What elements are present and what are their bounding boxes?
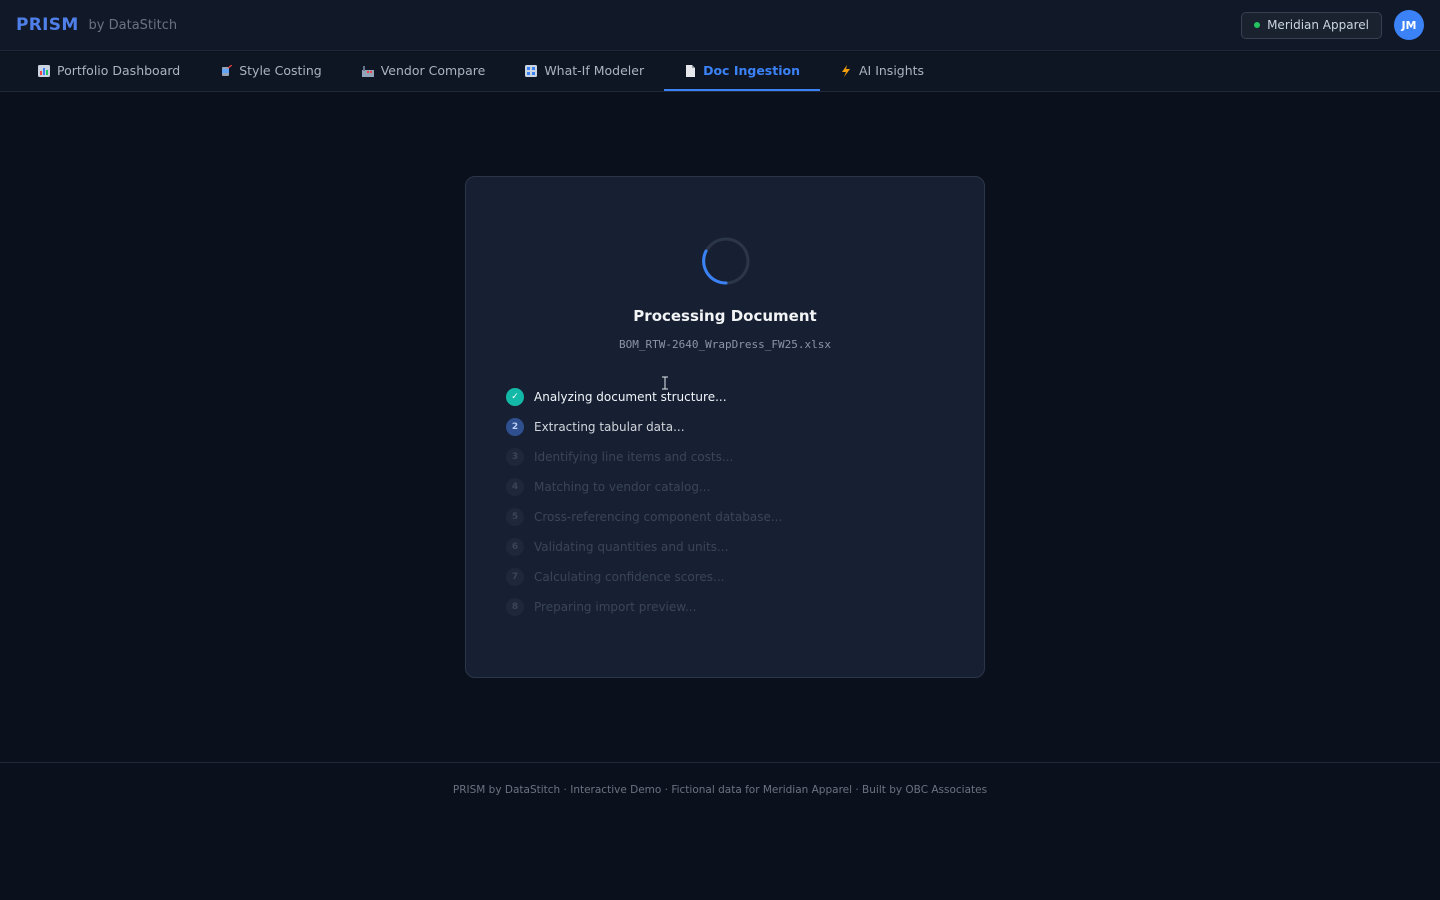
processing-card: Processing Document BOM_RTW-2640_WrapDre… (465, 176, 985, 678)
processing-steps: ✓ Analyzing document structure... 2 Extr… (506, 382, 946, 622)
step-number: 6 (506, 538, 524, 556)
status-dot-icon (1254, 22, 1261, 28)
tab-label: Style Costing (239, 63, 322, 78)
step-number: 8 (506, 598, 524, 616)
tab-doc-ingestion[interactable]: Doc Ingestion (664, 52, 820, 91)
tab-label: Vendor Compare (380, 63, 486, 78)
tab-label: Portfolio Dashboard (57, 63, 181, 78)
step-label: Preparing import preview... (534, 600, 697, 614)
org-name: Meridian Apparel (1267, 18, 1369, 32)
step-matching-vendor: 4 Matching to vendor catalog... (506, 472, 946, 502)
step-label: Matching to vendor catalog... (534, 480, 711, 494)
step-number: 2 (506, 418, 524, 436)
tab-ai-insights[interactable]: AI Insights (820, 52, 944, 91)
tab-label: What-If Modeler (544, 63, 645, 78)
check-icon: ✓ (506, 388, 524, 406)
thread-icon (222, 64, 233, 76)
bar-chart-icon (38, 64, 50, 77)
header-actions: Meridian Apparel JM (1241, 10, 1424, 40)
step-analyzing-structure: ✓ Analyzing document structure... (506, 382, 946, 412)
top-header: PRISM by DataStitch Meridian Apparel JM (0, 0, 1440, 51)
step-label: Analyzing document structure... (534, 390, 727, 404)
step-label: Identifying line items and costs... (534, 450, 734, 464)
tab-style-costing[interactable]: Style Costing (200, 52, 342, 91)
step-label: Validating quantities and units... (534, 540, 729, 554)
text-cursor-icon (662, 376, 668, 390)
processing-title: Processing Document (633, 307, 817, 325)
tab-vendor-compare[interactable]: Vendor Compare (342, 52, 506, 91)
grid-icon (525, 64, 538, 77)
step-identifying-line-items: 3 Identifying line items and costs... (506, 442, 946, 472)
tab-label: AI Insights (858, 63, 925, 78)
page-footer: PRISM by DataStitch · Interactive Demo ·… (0, 762, 1440, 900)
main-nav: Portfolio Dashboard Style Costing Vendor… (0, 52, 1440, 92)
step-extracting-data: 2 Extracting tabular data... (506, 412, 946, 442)
tab-what-if-modeler[interactable]: What-If Modeler (505, 52, 664, 91)
step-label: Extracting tabular data... (534, 420, 685, 434)
step-label: Cross-referencing component database... (534, 510, 783, 524)
loading-spinner-icon (702, 237, 750, 285)
lightning-icon (841, 64, 850, 77)
step-number: 5 (506, 508, 524, 526)
step-cross-referencing: 5 Cross-referencing component database..… (506, 502, 946, 532)
step-validating-quantities: 6 Validating quantities and units... (506, 532, 946, 562)
brand-logo[interactable]: PRISM (16, 15, 79, 35)
org-switcher[interactable]: Meridian Apparel (1241, 11, 1382, 39)
document-icon (686, 64, 696, 77)
step-number: 4 (506, 478, 524, 496)
step-calculating-confidence: 7 Calculating confidence scores... (506, 562, 946, 592)
avatar[interactable]: JM (1394, 10, 1424, 40)
factory-icon (361, 65, 374, 77)
step-preparing-preview: 8 Preparing import preview... (506, 592, 946, 622)
step-number: 7 (506, 568, 524, 586)
step-label: Calculating confidence scores... (534, 570, 725, 584)
tab-label: Doc Ingestion (703, 63, 800, 78)
brand-subtitle: by DataStitch (88, 17, 178, 33)
document-filename: BOM_RTW-2640_WrapDress_FW25.xlsx (619, 338, 831, 351)
step-number: 3 (506, 448, 524, 466)
footer-text: PRISM by DataStitch · Interactive Demo ·… (452, 784, 988, 796)
tab-portfolio-dashboard[interactable]: Portfolio Dashboard (18, 52, 200, 91)
